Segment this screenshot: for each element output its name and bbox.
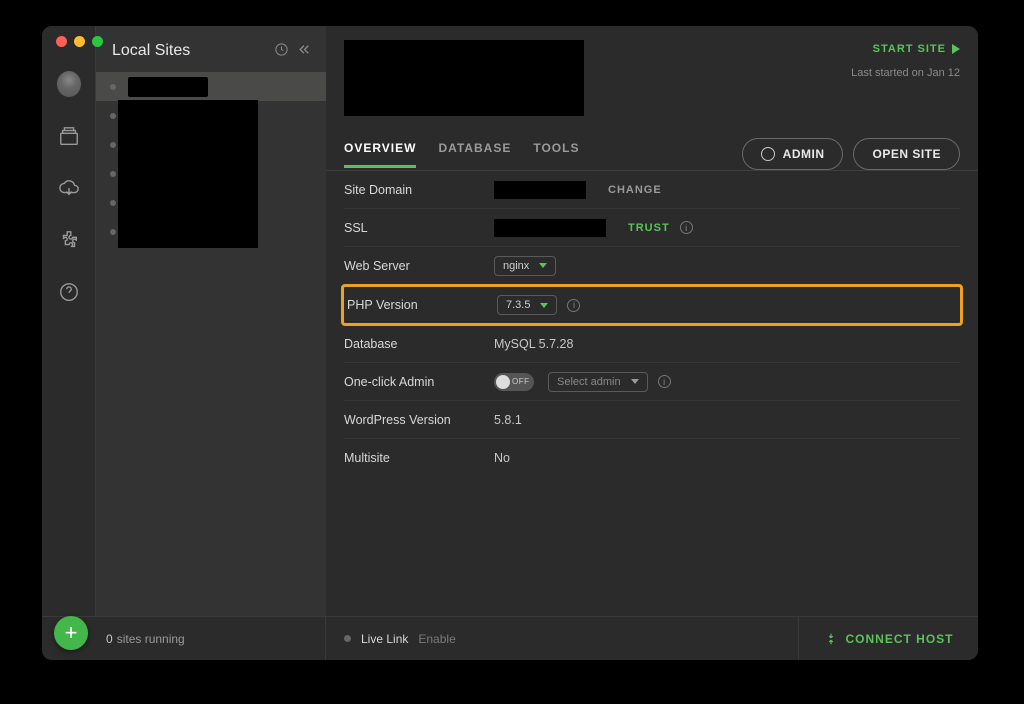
site-item[interactable] — [96, 130, 326, 159]
site-title-redacted — [344, 40, 584, 116]
close-window-button[interactable] — [56, 36, 67, 47]
recent-icon[interactable] — [274, 42, 289, 60]
addons-icon[interactable] — [57, 228, 81, 252]
php-version-select[interactable]: 7.3.5 — [497, 295, 557, 315]
last-started-label: Last started on Jan 12 — [584, 67, 960, 79]
tab-bar: OVERVIEW DATABASE TOOLS — [344, 141, 579, 168]
sidebar-title: Local Sites — [112, 42, 266, 60]
row-one-click-admin: One-click Admin OFF Select admin i — [344, 363, 960, 401]
collapse-sidebar-icon[interactable] — [297, 42, 312, 60]
nav-rail — [42, 26, 96, 616]
chevron-down-icon — [631, 379, 639, 384]
sites-sidebar: Local Sites — [96, 26, 326, 616]
tab-database[interactable]: DATABASE — [438, 141, 511, 168]
add-site-button[interactable]: + — [54, 616, 88, 650]
enable-live-link[interactable]: Enable — [418, 632, 455, 646]
site-item[interactable] — [96, 188, 326, 217]
maximize-window-button[interactable] — [92, 36, 103, 47]
status-dot-icon — [344, 635, 351, 642]
connect-host-button[interactable]: CONNECT HOST — [798, 617, 978, 660]
help-icon[interactable] — [57, 280, 81, 304]
select-admin-dropdown[interactable]: Select admin — [548, 372, 648, 392]
info-icon[interactable]: i — [680, 221, 693, 234]
row-web-server: Web Server nginx — [344, 247, 960, 285]
info-icon[interactable]: i — [567, 299, 580, 312]
site-item[interactable] — [96, 159, 326, 188]
chevron-down-icon — [540, 303, 548, 308]
minimize-window-button[interactable] — [74, 36, 85, 47]
web-server-select[interactable]: nginx — [494, 256, 556, 276]
connect-icon — [824, 631, 838, 647]
wordpress-icon — [761, 147, 775, 161]
cloud-icon[interactable] — [57, 176, 81, 200]
live-link-section: Live Link Enable — [326, 632, 798, 646]
main-area: Local Sites — [42, 26, 978, 616]
avatar-icon[interactable] — [57, 72, 81, 96]
row-wordpress-version: WordPress Version 5.8.1 — [344, 401, 960, 439]
one-click-toggle[interactable]: OFF — [494, 373, 534, 391]
overview-rows: Site Domain CHANGE SSL TRUST i Web Serve… — [326, 171, 978, 477]
row-php-version: PHP Version 7.3.5 i — [341, 284, 963, 326]
start-site-button[interactable]: START SITE — [873, 43, 960, 55]
trust-ssl-link[interactable]: TRUST — [628, 222, 670, 234]
sites-icon[interactable] — [57, 124, 81, 148]
site-item[interactable] — [96, 217, 326, 246]
play-icon — [952, 44, 960, 54]
row-multisite: Multisite No — [344, 439, 960, 477]
chevron-down-icon — [539, 263, 547, 268]
live-link-label: Live Link — [361, 632, 408, 646]
row-ssl: SSL TRUST i — [344, 209, 960, 247]
info-icon[interactable]: i — [658, 375, 671, 388]
footer-bar: 0sites running Live Link Enable CONNECT … — [42, 616, 978, 660]
site-detail: START SITE Last started on Jan 12 OVERVI… — [326, 26, 978, 616]
open-site-button[interactable]: OPEN SITE — [853, 138, 960, 170]
row-database: Database MySQL 5.7.28 — [344, 325, 960, 363]
app-window: Local Sites — [42, 26, 978, 660]
admin-button[interactable]: ADMIN — [742, 138, 844, 170]
site-item[interactable] — [96, 101, 326, 130]
change-domain-link[interactable]: CHANGE — [608, 184, 662, 196]
ssl-value-redacted — [494, 219, 606, 237]
tab-tools[interactable]: TOOLS — [533, 141, 579, 168]
tab-overview[interactable]: OVERVIEW — [344, 141, 416, 168]
domain-value-redacted — [494, 181, 586, 199]
row-site-domain: Site Domain CHANGE — [344, 171, 960, 209]
site-item[interactable] — [96, 72, 326, 101]
site-list — [96, 72, 326, 246]
window-controls — [56, 36, 103, 47]
